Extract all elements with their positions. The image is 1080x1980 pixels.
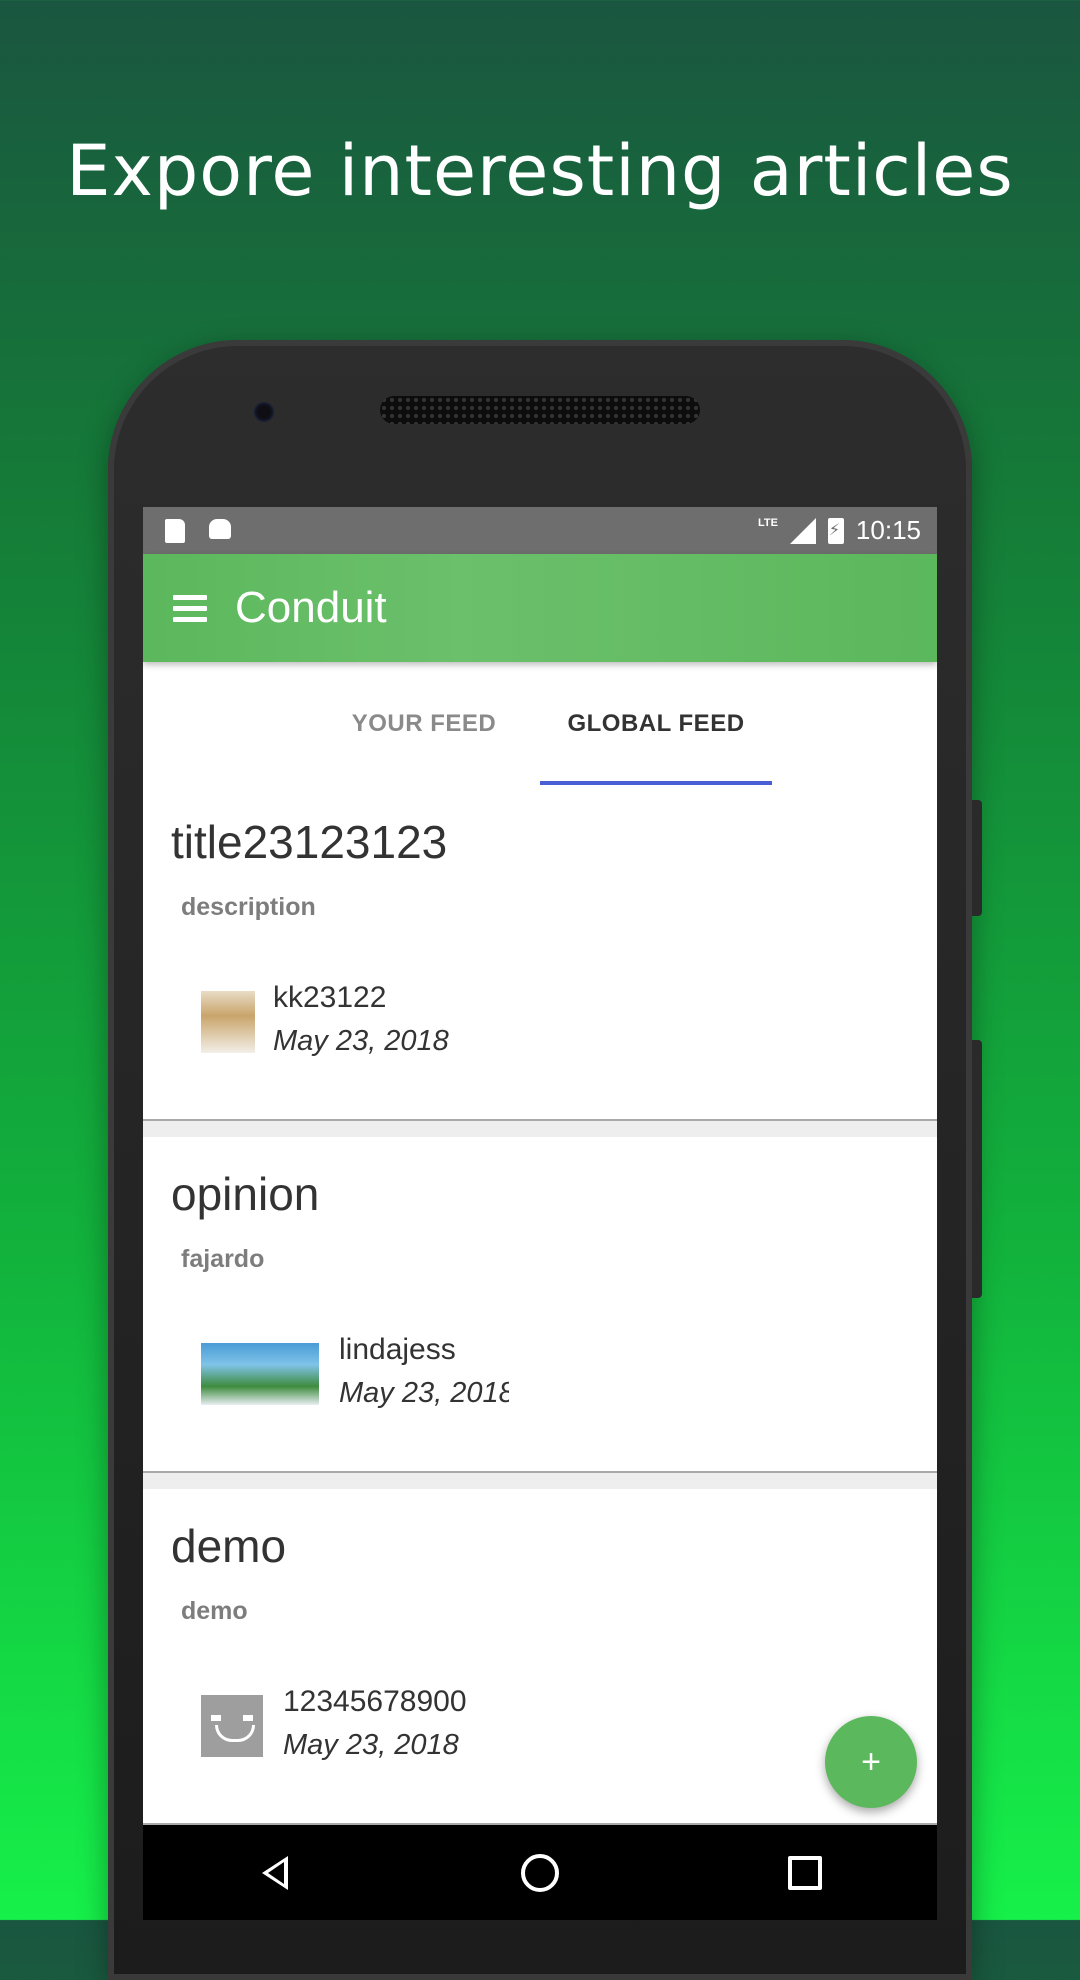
feed-tabs: YOUR FEED GLOBAL FEED [143, 662, 937, 785]
earpiece-speaker [380, 396, 700, 424]
app-title: Conduit [235, 583, 387, 632]
tab-your-feed[interactable]: YOUR FEED [308, 662, 540, 785]
hamburger-menu-icon[interactable] [173, 594, 207, 622]
system-nav-bar [143, 1825, 937, 1920]
article-card[interactable]: demo demo 12345678900 May 23, 2018 [143, 1489, 937, 1825]
author-name[interactable]: lindajess [339, 1333, 456, 1367]
article-list: title23123123 description kk23122 May 23… [143, 785, 937, 1841]
article-card[interactable]: opinion fajardo lindajess May 23, 2018 [143, 1137, 937, 1473]
article-title[interactable]: demo [171, 1519, 286, 1573]
network-type: LTE [757, 516, 778, 529]
author-name[interactable]: 12345678900 [283, 1685, 467, 1719]
phone-screen: LTE 10:15 Conduit YOUR FEED GLOBAL FEED … [143, 507, 937, 1920]
battery-charging-icon [827, 517, 844, 544]
signal-icon [789, 517, 816, 544]
front-camera [254, 402, 274, 422]
add-article-button[interactable]: + [825, 1716, 917, 1808]
article-description: description [181, 893, 316, 921]
power-button [972, 800, 982, 916]
recents-icon[interactable] [775, 1843, 835, 1903]
tab-global-feed[interactable]: GLOBAL FEED [540, 662, 772, 785]
author-name[interactable]: kk23122 [273, 981, 386, 1015]
author-avatar[interactable] [201, 991, 255, 1053]
status-bar: LTE 10:15 [143, 507, 937, 554]
default-avatar-smiley-icon[interactable] [201, 1695, 263, 1757]
sd-card-icon [165, 518, 185, 543]
article-title[interactable]: title23123123 [171, 815, 447, 869]
app-bar: Conduit [143, 554, 937, 662]
author-avatar[interactable] [201, 1343, 319, 1405]
volume-button [972, 1040, 982, 1298]
home-icon[interactable] [510, 1843, 570, 1903]
android-debug-icon [209, 518, 231, 539]
article-date: May 23, 2018 [273, 1025, 449, 1057]
article-card[interactable]: title23123123 description kk23122 May 23… [143, 785, 937, 1121]
status-time: 10:15 [855, 515, 921, 545]
article-date: May 23, 2018 [339, 1377, 509, 1409]
article-date: May 23, 2018 [283, 1729, 459, 1761]
back-icon[interactable] [245, 1843, 305, 1903]
article-description: demo [181, 1597, 248, 1625]
headline: Expore interesting articles [66, 130, 1014, 212]
article-title[interactable]: opinion [171, 1167, 319, 1221]
article-description: fajardo [181, 1245, 265, 1273]
